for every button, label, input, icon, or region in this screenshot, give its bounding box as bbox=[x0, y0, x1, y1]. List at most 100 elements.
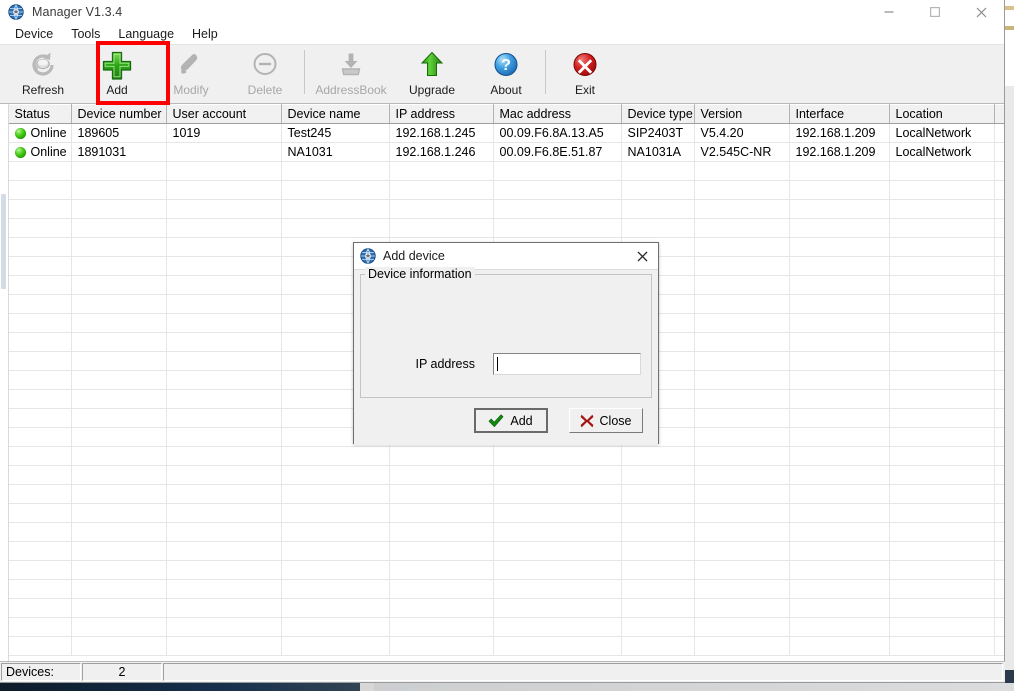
table-row-empty[interactable] bbox=[0, 180, 1004, 200]
cell-empty bbox=[71, 484, 167, 504]
ip-address-input[interactable] bbox=[493, 353, 641, 375]
cell-empty bbox=[789, 332, 890, 352]
cell-empty bbox=[389, 598, 494, 618]
cell-empty bbox=[994, 237, 1004, 257]
menu-item-device[interactable]: Device bbox=[6, 24, 62, 44]
maximize-icon[interactable] bbox=[912, 0, 958, 24]
cell-empty bbox=[694, 351, 790, 371]
table-row-empty[interactable] bbox=[0, 560, 1004, 580]
cell-empty bbox=[493, 446, 622, 466]
cell-empty bbox=[71, 560, 167, 580]
table-row-empty[interactable] bbox=[0, 579, 1004, 599]
table-header-device-number[interactable]: Device number bbox=[71, 104, 167, 124]
toolbar-button-modify: Modify bbox=[154, 45, 228, 101]
ip-address-label: IP address bbox=[415, 357, 475, 371]
table-row-empty[interactable] bbox=[0, 446, 1004, 466]
cell-empty bbox=[71, 313, 167, 333]
toolbar-label-refresh: Refresh bbox=[21, 83, 65, 97]
cell-empty bbox=[166, 579, 282, 599]
cell-empty bbox=[694, 180, 790, 200]
minimize-icon[interactable] bbox=[866, 0, 912, 24]
toolbar-button-exit[interactable]: Exit bbox=[548, 45, 622, 101]
toolbar-separator-1 bbox=[304, 50, 305, 94]
menu-item-help[interactable]: Help bbox=[183, 24, 227, 44]
vertical-scrollbar-thumb[interactable] bbox=[1, 194, 6, 289]
cell-empty bbox=[8, 617, 72, 637]
toolbar-button-add[interactable]: Add bbox=[80, 45, 154, 101]
cell-empty bbox=[281, 484, 390, 504]
table-row-empty[interactable] bbox=[0, 617, 1004, 637]
table-row[interactable]: Online 189605 1019 Test245 192.168.1.245… bbox=[0, 123, 1004, 143]
table-row[interactable]: Online 1891031 NA1031 192.168.1.246 00.0… bbox=[0, 142, 1004, 162]
table-header-status[interactable]: Status bbox=[8, 104, 72, 124]
cell-empty bbox=[994, 446, 1004, 466]
cell-empty bbox=[889, 598, 995, 618]
cell-empty bbox=[621, 465, 695, 485]
dialog-close-icon[interactable] bbox=[632, 246, 652, 266]
cell-empty bbox=[389, 636, 494, 656]
toolbar-button-upgrade[interactable]: Upgrade bbox=[395, 45, 469, 101]
cell-empty bbox=[8, 503, 72, 523]
table-row-empty[interactable] bbox=[0, 484, 1004, 504]
cell-empty bbox=[889, 484, 995, 504]
dialog-title: Add device bbox=[383, 249, 445, 263]
table-row-empty[interactable] bbox=[0, 522, 1004, 542]
table-row-empty[interactable] bbox=[0, 598, 1004, 618]
cell-empty bbox=[694, 389, 790, 409]
cell-empty bbox=[621, 522, 695, 542]
cell-empty bbox=[8, 294, 72, 314]
table-row-empty[interactable] bbox=[0, 465, 1004, 485]
table-header-device-type[interactable]: Device type bbox=[621, 104, 695, 124]
close-icon[interactable] bbox=[958, 0, 1004, 24]
cell-empty bbox=[789, 560, 890, 580]
table-header-version[interactable]: Version bbox=[694, 104, 790, 124]
close-button[interactable]: Close bbox=[568, 408, 643, 433]
cell-empty bbox=[166, 389, 282, 409]
cell-empty bbox=[889, 199, 995, 219]
modify-hand-icon bbox=[176, 50, 206, 80]
cell-empty bbox=[621, 218, 695, 238]
cell-empty bbox=[789, 180, 890, 200]
table-row-empty[interactable] bbox=[0, 541, 1004, 561]
cell-empty bbox=[8, 541, 72, 561]
menu-item-language[interactable]: Language bbox=[109, 24, 183, 44]
cell-empty bbox=[389, 541, 494, 561]
cell-empty bbox=[889, 237, 995, 257]
cell-empty bbox=[281, 161, 390, 181]
table-row-empty[interactable] bbox=[0, 503, 1004, 523]
cell-empty bbox=[8, 313, 72, 333]
cell-device-name: Test245 bbox=[281, 123, 390, 143]
cell-empty bbox=[694, 237, 790, 257]
cell-empty bbox=[8, 522, 72, 542]
table-header-mac-address[interactable]: Mac address bbox=[493, 104, 622, 124]
cell-empty bbox=[889, 256, 995, 276]
table-header-device-name[interactable]: Device name bbox=[281, 104, 390, 124]
toolbar: Refresh Add Modify Delete AddressBook Up… bbox=[0, 44, 1004, 104]
cell-empty bbox=[166, 218, 282, 238]
table-header-location[interactable]: Location bbox=[889, 104, 995, 124]
toolbar-button-refresh[interactable]: Refresh bbox=[6, 45, 80, 101]
table-row-empty[interactable] bbox=[0, 218, 1004, 238]
cell-empty bbox=[8, 427, 72, 447]
check-icon bbox=[488, 413, 504, 428]
cell-empty bbox=[166, 636, 282, 656]
table-row-empty[interactable] bbox=[0, 199, 1004, 219]
cell-empty bbox=[493, 579, 622, 599]
desktop-background-right bbox=[1005, 0, 1014, 691]
menu-item-tools[interactable]: Tools bbox=[62, 24, 109, 44]
toolbar-button-about[interactable]: ? About bbox=[469, 45, 543, 101]
cell-empty bbox=[8, 370, 72, 390]
table-row-empty[interactable] bbox=[0, 161, 1004, 181]
table-row-empty[interactable] bbox=[0, 636, 1004, 656]
table-header-ip-address[interactable]: IP address bbox=[389, 104, 494, 124]
table-header-extra[interactable] bbox=[994, 104, 1004, 124]
cell-empty bbox=[789, 503, 890, 523]
table-header-user-account[interactable]: User account bbox=[166, 104, 282, 124]
cell-empty bbox=[166, 617, 282, 637]
cell-empty bbox=[71, 294, 167, 314]
cell-empty bbox=[389, 199, 494, 219]
cell-empty bbox=[389, 446, 494, 466]
cell-empty bbox=[621, 579, 695, 599]
table-header-interface[interactable]: Interface bbox=[789, 104, 890, 124]
add-button[interactable]: Add bbox=[473, 408, 548, 433]
